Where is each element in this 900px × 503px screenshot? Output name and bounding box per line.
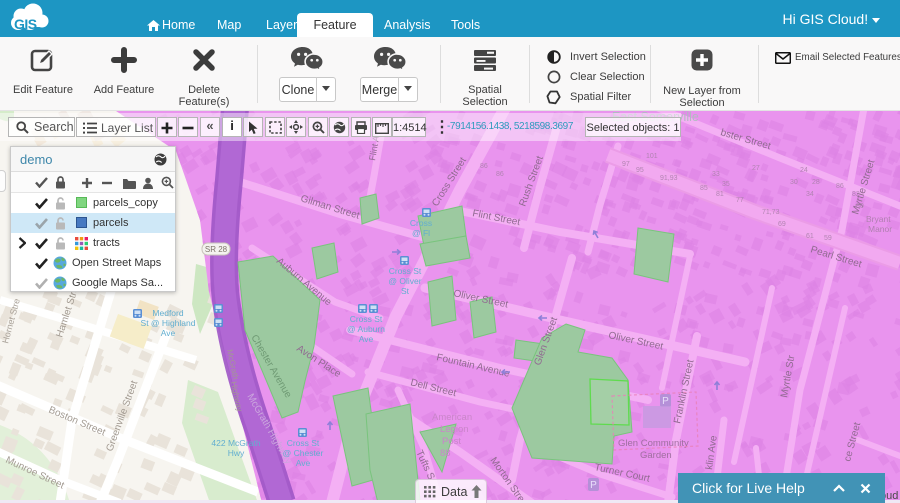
- svg-text:33: 33: [712, 171, 720, 178]
- svg-text:Cross St: Cross St: [350, 314, 383, 324]
- svg-text:@ Oliver: @ Oliver: [388, 276, 421, 286]
- svg-text:422 McGrath: 422 McGrath: [211, 438, 260, 448]
- svg-text:34: 34: [806, 191, 814, 198]
- svg-text:Post: Post: [442, 436, 461, 447]
- svg-text:28: 28: [812, 179, 820, 186]
- svg-text:35: 35: [722, 181, 730, 188]
- svg-text:Ave: Ave: [296, 458, 311, 468]
- svg-text:86: 86: [480, 163, 488, 170]
- svg-text:American: American: [432, 412, 472, 423]
- svg-text:85: 85: [700, 185, 708, 192]
- svg-text:@ Auburn: @ Auburn: [347, 324, 385, 334]
- svg-text:30: 30: [790, 179, 798, 186]
- svg-text:Manor: Manor: [868, 224, 892, 234]
- svg-text:81: 81: [716, 191, 724, 198]
- svg-text:24: 24: [800, 167, 808, 174]
- svg-text:Ave: Ave: [359, 334, 374, 344]
- svg-text:82: 82: [852, 191, 860, 198]
- svg-text:86: 86: [836, 183, 844, 190]
- svg-text:P: P: [590, 480, 597, 491]
- svg-text:95: 95: [636, 167, 644, 174]
- svg-text:Cross St: Cross St: [389, 266, 422, 276]
- svg-text:@ Chester: @ Chester: [283, 448, 324, 458]
- svg-text:69: 69: [778, 221, 786, 228]
- svg-text:86: 86: [496, 171, 504, 178]
- svg-text:77: 77: [736, 197, 744, 204]
- svg-text:97: 97: [622, 161, 630, 168]
- svg-text:Medford: Medford: [152, 308, 183, 318]
- svg-text:P: P: [662, 396, 669, 407]
- svg-text:71,73: 71,73: [762, 209, 780, 216]
- svg-text:88: 88: [440, 448, 451, 459]
- svg-text:Garden: Garden: [640, 450, 672, 461]
- svg-text:Cross St: Cross St: [287, 438, 320, 448]
- svg-text:80: 80: [856, 203, 864, 210]
- svg-text:101: 101: [646, 153, 658, 160]
- svg-text:27: 27: [752, 165, 760, 172]
- svg-text:St @ Highland: St @ Highland: [141, 318, 196, 328]
- svg-text:St: St: [401, 286, 410, 296]
- svg-text:Glen Community: Glen Community: [618, 438, 689, 449]
- svg-text:Ave: Ave: [161, 328, 176, 338]
- svg-text:Legion: Legion: [440, 424, 469, 435]
- svg-text:61: 61: [806, 233, 814, 240]
- svg-text:Cross: Cross: [410, 218, 432, 228]
- svg-text:SR 28: SR 28: [205, 245, 228, 254]
- svg-text:Hwy: Hwy: [228, 448, 245, 458]
- svg-text:Bryant: Bryant: [866, 214, 891, 224]
- svg-text:@ Fl: @ Fl: [412, 228, 430, 238]
- svg-text:59: 59: [824, 235, 832, 242]
- svg-text:91,93: 91,93: [660, 175, 678, 182]
